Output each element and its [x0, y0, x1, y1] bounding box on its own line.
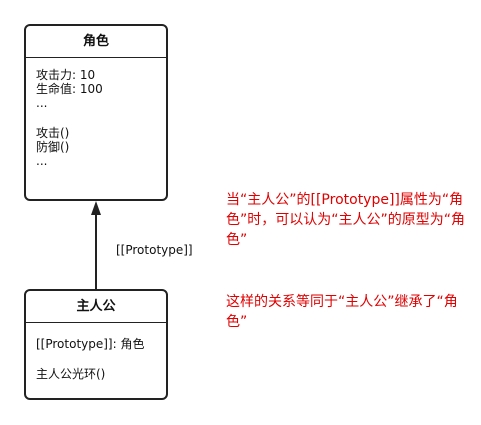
arrow-head	[91, 201, 101, 215]
attribute-line: ...	[36, 96, 48, 110]
attribute-line: 生命值: 100	[36, 82, 103, 96]
method-line: 防御()	[36, 140, 70, 154]
method-line: 主人公光环()	[36, 367, 106, 381]
class-title-hero: 主人公	[26, 291, 166, 323]
edge-label: [[Prototype]]	[116, 243, 193, 257]
method-line: 攻击()	[36, 126, 70, 140]
class-box-hero[interactable]: 主人公 [[Prototype]]: 角色 主人公光环()	[24, 289, 168, 400]
class-body-hero: [[Prototype]]: 角色 主人公光环()	[26, 323, 166, 381]
attribute-line: [[Prototype]]: 角色	[36, 337, 145, 351]
attribute-line: 攻击力: 10	[36, 68, 96, 82]
prototype-note: 当“主人公”的[[Prototype]]属性为“角色”时，可以认为“主人公”的原…	[226, 192, 466, 248]
class-box-role[interactable]: 角色 攻击力: 10 生命值: 100 ... 攻击() 防御() ...	[24, 24, 168, 201]
method-line: ...	[36, 154, 48, 168]
class-body-role: 攻击力: 10 生命值: 100 ... 攻击() 防御() ...	[26, 58, 166, 168]
inheritance-note: 这样的关系等同于“主人公”继承了“角色”	[226, 294, 458, 330]
class-title-role: 角色	[26, 26, 166, 58]
